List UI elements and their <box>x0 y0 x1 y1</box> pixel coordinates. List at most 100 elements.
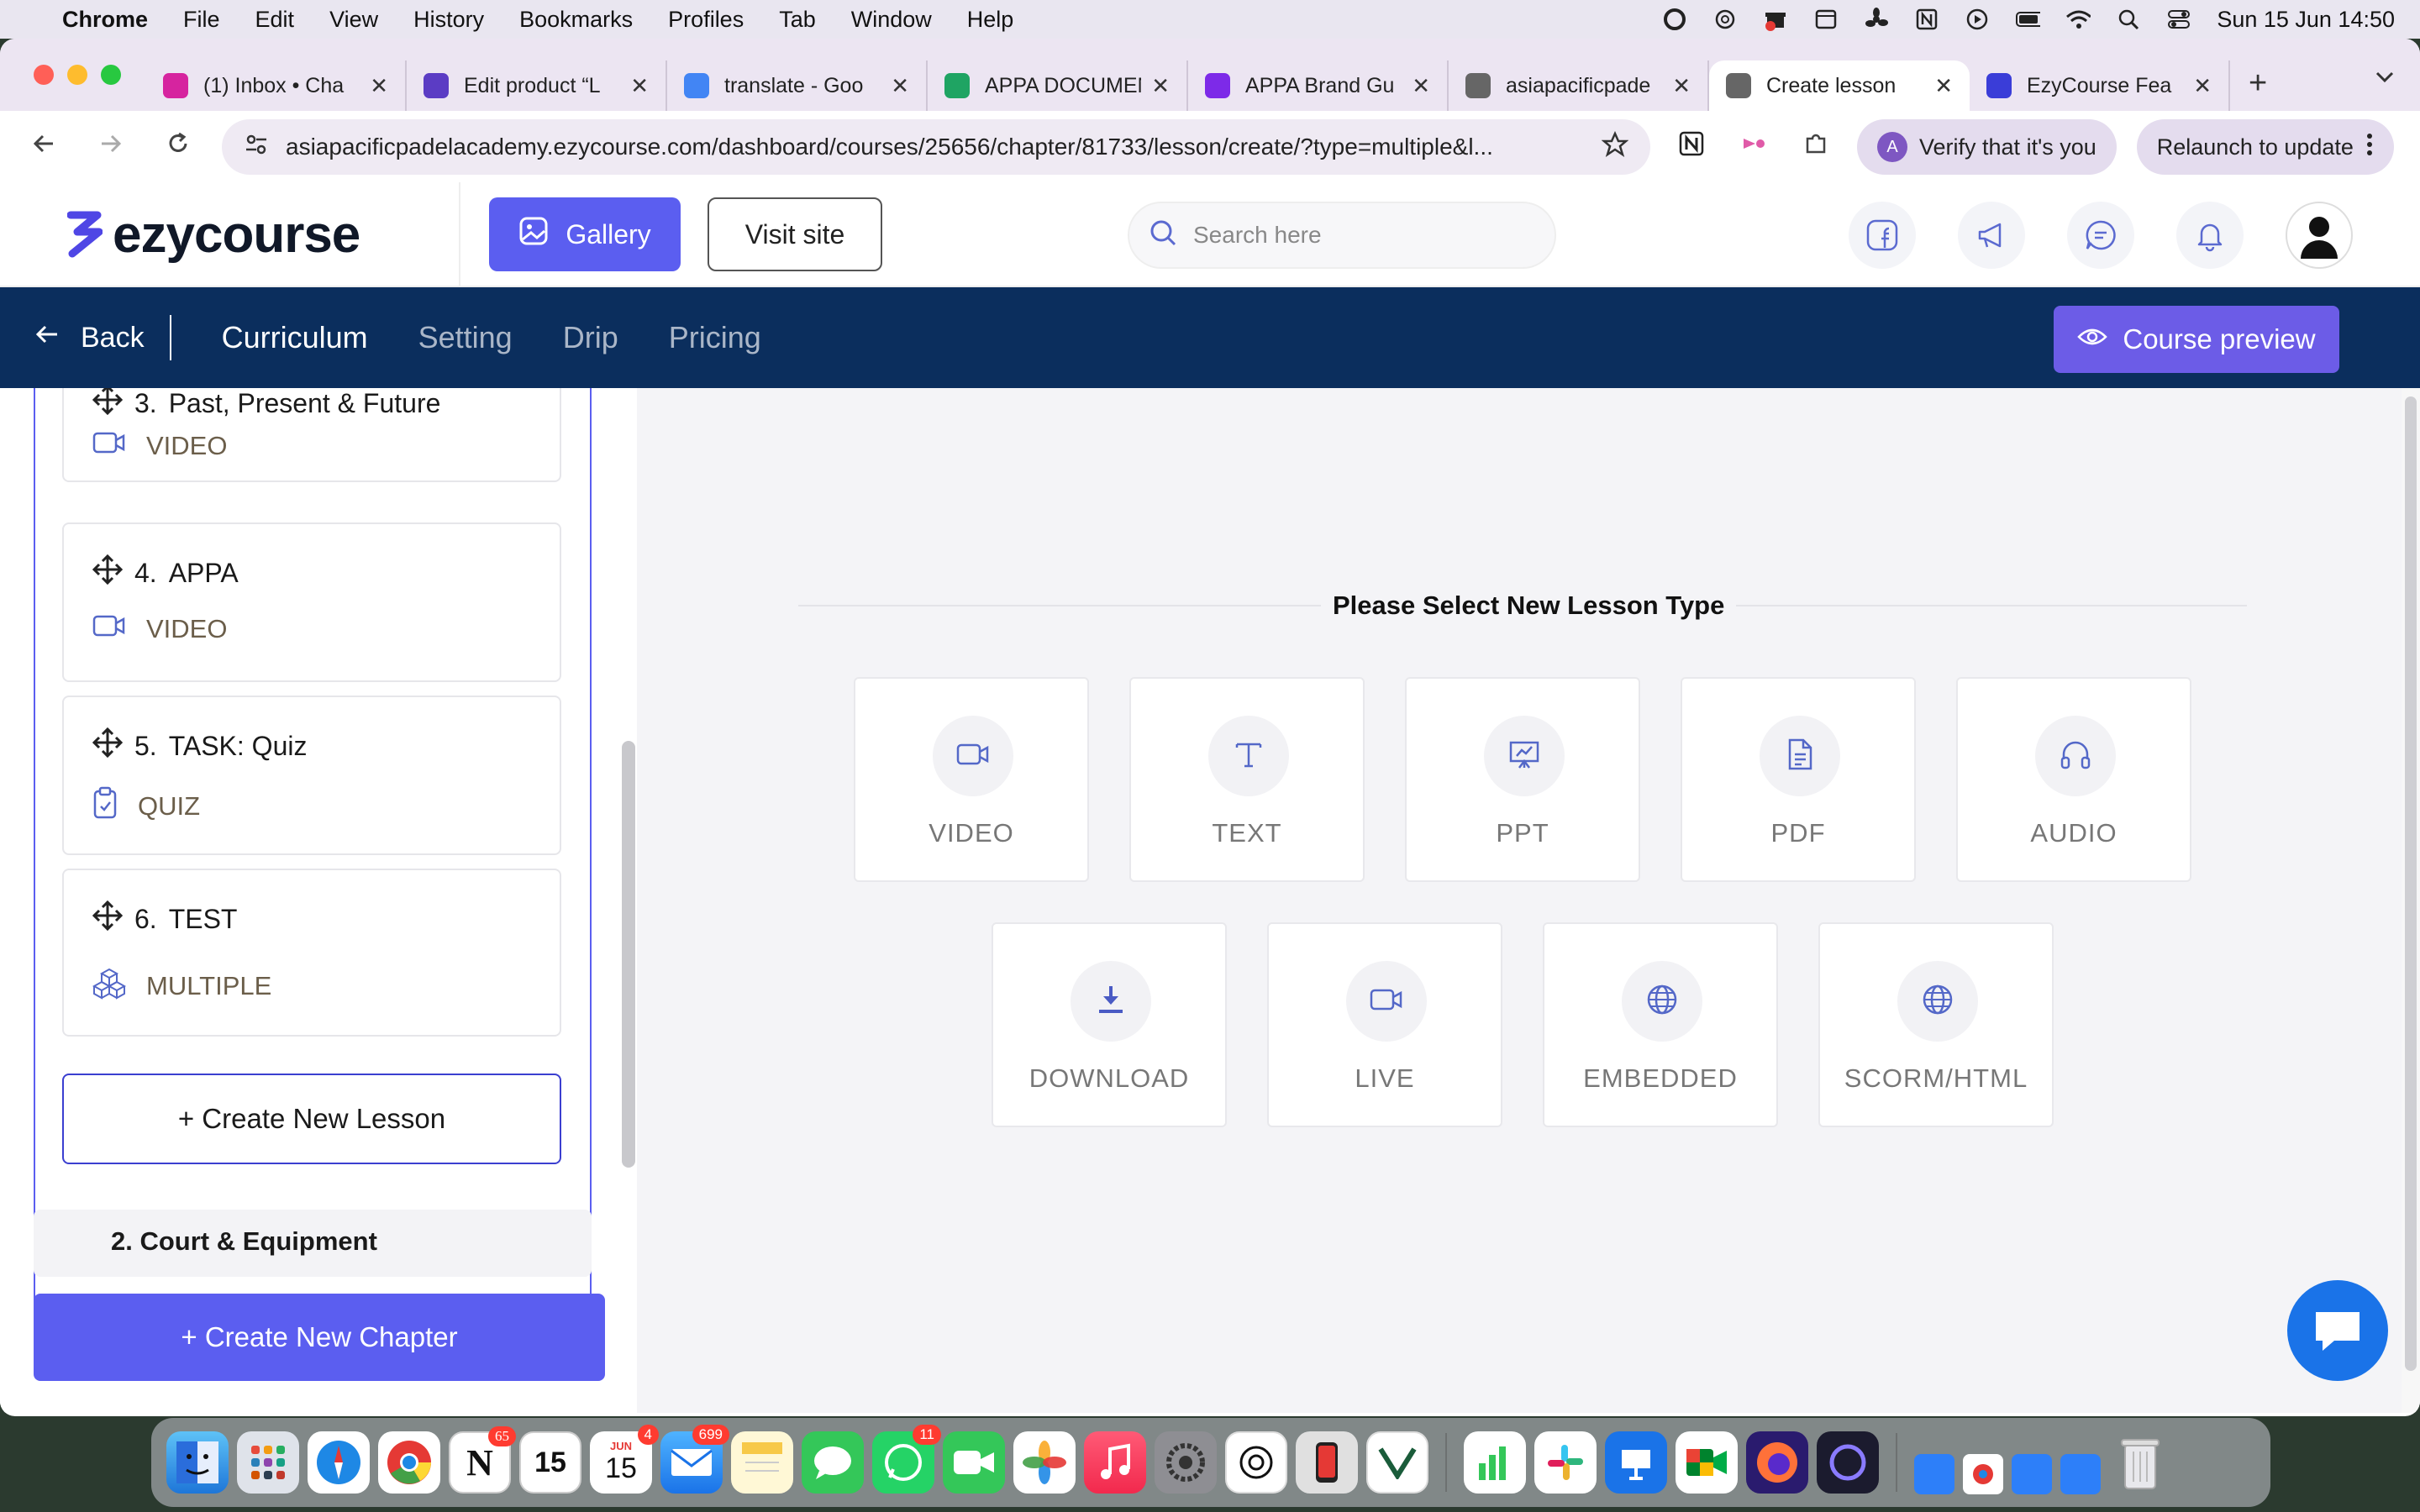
menu-edit[interactable]: Edit <box>255 7 295 33</box>
notes-icon[interactable] <box>731 1431 793 1494</box>
keynote-icon[interactable] <box>1605 1431 1667 1494</box>
play-status-icon[interactable] <box>1965 7 1990 32</box>
create-new-lesson-button[interactable]: + Create New Lesson <box>62 1074 561 1164</box>
create-new-chapter-button[interactable]: + Create New Chapter <box>34 1294 605 1381</box>
chat-widget-button[interactable] <box>2287 1280 2388 1381</box>
iphone-mirroring-icon[interactable] <box>1296 1431 1358 1494</box>
music-icon[interactable] <box>1084 1431 1146 1494</box>
tab-close-icon[interactable]: ✕ <box>2193 73 2212 99</box>
tab-close-icon[interactable]: ✕ <box>1934 73 1953 99</box>
drag-move-icon[interactable] <box>92 388 124 422</box>
gift-status-icon[interactable] <box>1763 7 1788 32</box>
sidebar-scrollbar[interactable] <box>622 741 635 1168</box>
menu-view[interactable]: View <box>329 7 378 33</box>
lesson-type-scorm-html[interactable]: SCORM/HTML <box>1818 922 2054 1127</box>
pink-extension-icon[interactable] <box>1733 130 1775 164</box>
lesson-type-audio[interactable]: AUDIO <box>1956 677 2191 882</box>
url-text[interactable]: asiapacificpadelacademy.ezycourse.com/da… <box>286 134 1585 160</box>
bookmark-star-icon[interactable] <box>1601 130 1629 164</box>
extensions-puzzle-icon[interactable] <box>1795 130 1837 164</box>
photos-icon[interactable] <box>1013 1431 1076 1494</box>
lesson-type-download[interactable]: DOWNLOAD <box>992 922 1227 1127</box>
browser-tab[interactable]: translate - Goo ✕ <box>667 60 928 111</box>
messages-app-icon[interactable] <box>802 1431 864 1494</box>
mail-icon[interactable]: 699 <box>660 1425 729 1494</box>
menu-history[interactable]: History <box>413 7 484 33</box>
search-bar[interactable]: Search here <box>1128 202 1556 269</box>
minimize-window-button[interactable] <box>67 65 87 85</box>
slack-icon[interactable] <box>1534 1431 1597 1494</box>
user-avatar[interactable] <box>2286 202 2353 269</box>
menubar-clock[interactable]: Sun 15 Jun 14:50 <box>2217 7 2395 33</box>
page-scrollbar[interactable] <box>2402 388 2420 1413</box>
lesson-item[interactable]: 3. Past, Present & Future VIDEO <box>62 388 561 482</box>
safari-icon[interactable] <box>308 1431 370 1494</box>
launchpad-icon[interactable] <box>237 1431 299 1494</box>
vectorworks-icon[interactable] <box>1366 1431 1428 1494</box>
tab-pricing[interactable]: Pricing <box>669 320 761 355</box>
tab-close-icon[interactable]: ✕ <box>630 73 649 99</box>
reload-icon[interactable] <box>155 131 202 164</box>
browser-tab[interactable]: EzyCourse Fea ✕ <box>1970 60 2230 111</box>
relaunch-button[interactable]: Relaunch to update <box>2136 119 2394 175</box>
perplexity-icon[interactable] <box>1817 1431 1879 1494</box>
fan-status-icon[interactable] <box>1864 7 1889 32</box>
lesson-item[interactable]: 6. TEST MULTIPLE <box>62 869 561 1037</box>
browser-tab[interactable]: APPA DOCUMEN ✕ <box>928 60 1188 111</box>
menu-app-name[interactable]: Chrome <box>62 7 148 33</box>
tab-drip[interactable]: Drip <box>563 320 618 355</box>
drag-move-icon[interactable] <box>92 900 124 937</box>
tab-setting[interactable]: Setting <box>418 320 513 355</box>
fantastical-icon[interactable]: 15 <box>519 1431 581 1494</box>
page-scrollbar-thumb[interactable] <box>2405 396 2417 1371</box>
lesson-item[interactable]: 5. TASK: Quiz QUIZ <box>62 696 561 855</box>
drag-move-icon[interactable] <box>92 554 124 591</box>
menu-window[interactable]: Window <box>851 7 932 33</box>
back-arrow-icon[interactable] <box>20 131 67 164</box>
lesson-type-ppt[interactable]: PPT <box>1405 677 1640 882</box>
menu-bookmarks[interactable]: Bookmarks <box>519 7 633 33</box>
google-meet-icon[interactable] <box>1676 1431 1738 1494</box>
finder-icon[interactable] <box>166 1431 229 1494</box>
tab-close-icon[interactable]: ✕ <box>1151 73 1170 99</box>
firefox-icon[interactable] <box>1746 1431 1808 1494</box>
tab-close-icon[interactable]: ✕ <box>370 73 388 99</box>
lesson-type-pdf[interactable]: PDF <box>1681 677 1916 882</box>
openai-status-icon[interactable] <box>1712 7 1738 32</box>
downloads-folder-icon[interactable] <box>1914 1454 1954 1494</box>
tab-curriculum[interactable]: Curriculum <box>222 320 368 355</box>
search-input[interactable]: Search here <box>1193 222 1322 249</box>
lesson-type-video[interactable]: VIDEO <box>854 677 1089 882</box>
facetime-icon[interactable] <box>943 1431 1005 1494</box>
notion-status-icon[interactable] <box>1914 7 1939 32</box>
control-center-icon[interactable] <box>2166 7 2191 32</box>
chapter-item[interactable]: 2. Court & Equipment <box>34 1210 592 1277</box>
ezycourse-logo[interactable]: ezycourse <box>0 182 460 286</box>
browser-tab[interactable]: (1) Inbox • Cha ✕ <box>146 60 407 111</box>
battery-icon[interactable] <box>2015 7 2041 32</box>
zoom-window-button[interactable] <box>101 65 121 85</box>
chrome-window-thumbnail[interactable] <box>1963 1454 2003 1494</box>
megaphone-icon[interactable] <box>1958 202 2025 269</box>
chatgpt-icon[interactable] <box>1225 1431 1287 1494</box>
gallery-button[interactable]: Gallery <box>489 197 681 271</box>
browser-tab[interactable]: APPA Brand Gu ✕ <box>1188 60 1449 111</box>
drag-move-icon[interactable] <box>92 727 124 764</box>
verify-profile-button[interactable]: A Verify that it's you <box>1857 119 2117 175</box>
document-window-thumbnail[interactable] <box>2060 1454 2101 1494</box>
lesson-type-embedded[interactable]: EMBEDDED <box>1543 922 1778 1127</box>
tab-search-chevron-icon[interactable] <box>2375 64 2395 90</box>
calendar-status-icon[interactable] <box>1813 7 1839 32</box>
lesson-type-live[interactable]: LIVE <box>1267 922 1502 1127</box>
close-window-button[interactable] <box>34 65 54 85</box>
site-settings-icon[interactable] <box>244 132 269 163</box>
lesson-item[interactable]: 4. APPA VIDEO <box>62 522 561 682</box>
menu-help[interactable]: Help <box>967 7 1014 33</box>
tab-close-icon[interactable]: ✕ <box>1672 73 1691 99</box>
tab-close-icon[interactable]: ✕ <box>1412 73 1430 99</box>
browser-tab[interactable]: Create lesson ✕ <box>1709 60 1970 111</box>
browser-tab[interactable]: Edit product “L ✕ <box>407 60 667 111</box>
menu-profiles[interactable]: Profiles <box>668 7 744 33</box>
system-settings-icon[interactable] <box>1155 1431 1217 1494</box>
notion-extension-icon[interactable] <box>1670 130 1712 164</box>
